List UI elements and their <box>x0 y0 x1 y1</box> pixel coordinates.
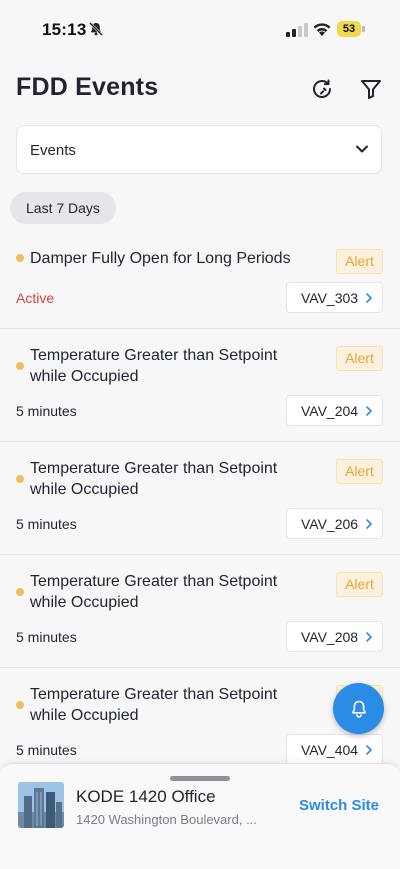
equipment-label: VAV_208 <box>301 629 359 645</box>
equipment-link[interactable]: VAV_303 <box>286 282 383 313</box>
equipment-link[interactable]: VAV_404 <box>286 734 383 765</box>
event-title: Temperature Greater than Setpoint while … <box>30 460 278 498</box>
chevron-down-icon <box>356 145 368 153</box>
event-card[interactable]: Temperature Greater than Setpoint while … <box>0 554 400 667</box>
site-name: KODE 1420 Office <box>76 787 216 806</box>
event-title: Damper Fully Open for Long Periods <box>30 250 291 267</box>
alert-badge: Alert <box>336 459 383 484</box>
event-status: 5 minutes <box>16 629 77 645</box>
chevron-right-icon <box>366 406 373 416</box>
equipment-label: VAV_206 <box>301 516 359 532</box>
severity-dot <box>16 362 24 370</box>
dropdown-selected-value: Events <box>30 142 76 159</box>
equipment-link[interactable]: VAV_204 <box>286 395 383 426</box>
equipment-link[interactable]: VAV_208 <box>286 621 383 652</box>
equipment-label: VAV_204 <box>301 403 359 419</box>
event-status: 5 minutes <box>16 742 77 758</box>
event-card[interactable]: Temperature Greater than Setpoint while … <box>0 441 400 554</box>
severity-dot <box>16 701 24 709</box>
notifications-fab[interactable] <box>333 683 384 734</box>
alert-badge: Alert <box>336 346 383 371</box>
chevron-right-icon <box>366 293 373 303</box>
site-address: 1420 Washington Boulevard, ... <box>76 812 257 827</box>
severity-dot <box>16 588 24 596</box>
chevron-right-icon <box>366 519 373 529</box>
bell-muted-icon <box>89 22 103 36</box>
filter-icon <box>361 80 381 99</box>
page-title: FDD Events <box>16 73 159 101</box>
event-status: 5 minutes <box>16 403 77 419</box>
cell-signal-icon <box>286 23 308 37</box>
battery-indicator: 53 <box>337 21 365 37</box>
refresh-icon <box>313 79 331 98</box>
event-status: Active <box>16 290 55 306</box>
refresh-button[interactable] <box>308 75 336 103</box>
severity-dot <box>16 254 24 262</box>
event-title: Temperature Greater than Setpoint while … <box>30 686 278 724</box>
chevron-right-icon <box>366 745 373 755</box>
status-time: 15:13 <box>42 20 87 39</box>
site-bottom-sheet[interactable]: KODE 1420 Office 1420 Washington Bouleva… <box>0 763 400 869</box>
battery-level: 53 <box>337 21 361 37</box>
status-bar: 15:13 53 <box>0 0 400 60</box>
event-title: Temperature Greater than Setpoint while … <box>30 347 278 385</box>
severity-dot <box>16 475 24 483</box>
wifi-icon <box>313 23 331 36</box>
alert-badge: Alert <box>336 249 383 274</box>
equipment-link[interactable]: VAV_206 <box>286 508 383 539</box>
event-type-dropdown[interactable]: Events <box>16 125 382 174</box>
chevron-right-icon <box>366 632 373 642</box>
event-status: 5 minutes <box>16 516 77 532</box>
equipment-label: VAV_404 <box>301 742 359 758</box>
filter-button[interactable] <box>357 75 385 103</box>
event-card[interactable]: Temperature Greater than Setpoint while … <box>0 328 400 441</box>
switch-site-button[interactable]: Switch Site <box>299 797 379 814</box>
date-range-chip[interactable]: Last 7 Days <box>10 192 116 224</box>
equipment-label: VAV_303 <box>301 290 359 306</box>
bell-icon <box>351 700 366 718</box>
site-thumbnail <box>18 782 64 828</box>
sheet-drag-handle[interactable] <box>170 776 230 781</box>
event-title: Temperature Greater than Setpoint while … <box>30 573 278 611</box>
event-card[interactable]: Damper Fully Open for Long Periods Alert… <box>0 232 400 328</box>
alert-badge: Alert <box>336 572 383 597</box>
